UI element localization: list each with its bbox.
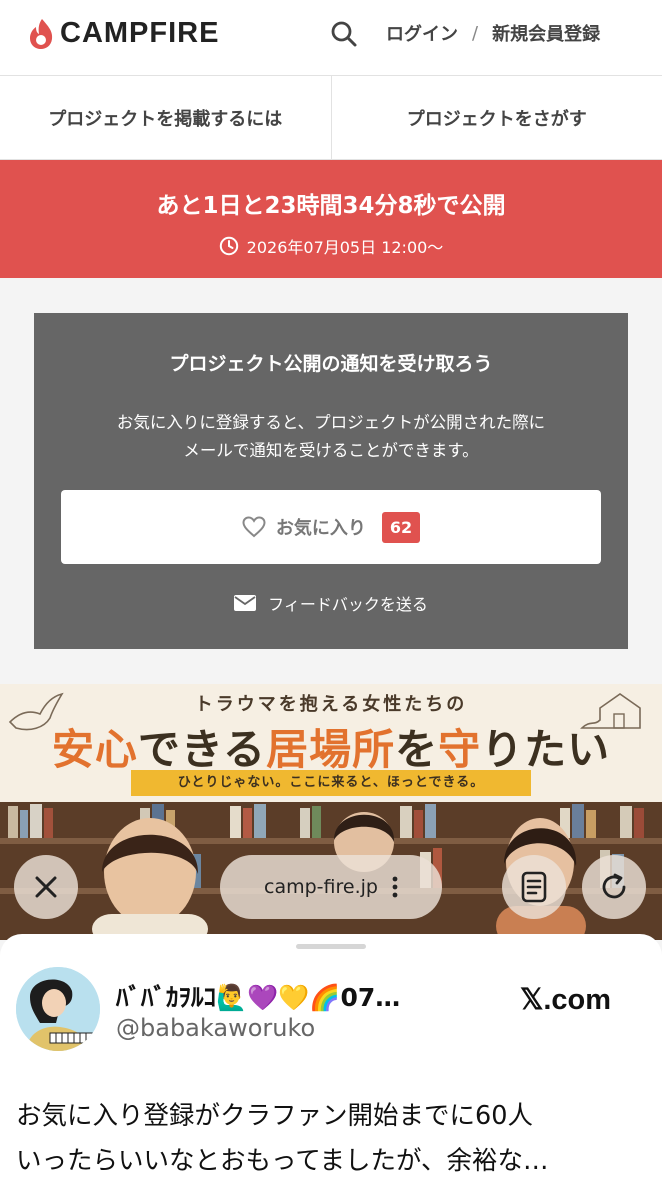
hero-title-part: 守 [438, 725, 482, 774]
share-sheet: ﾊﾞﾊﾞｶｦﾙｺ🙋‍♂️💜💛🌈07… @babakaworuko 𝕏.com お… [0, 934, 662, 1200]
heart-icon [242, 516, 266, 538]
avatar-illustration [16, 967, 100, 1051]
document-icon [521, 871, 547, 903]
search-icon[interactable] [330, 20, 358, 48]
hero-title-part: 安心 [51, 725, 138, 774]
tweet-line: いったらいいなとおもってましたが、余裕な… [16, 1146, 549, 1176]
logo-text: CAMPFIRE [60, 17, 220, 49]
hero-title-part: りたい [481, 725, 611, 774]
close-tab-button[interactable] [14, 855, 78, 919]
url-text: camp-fire.jp [264, 876, 378, 898]
hero-subtitle: トラウマを抱える女性たちの [194, 694, 468, 715]
source-label: 𝕏.com [520, 984, 612, 1016]
open-date-row: 2026年07月05日 12:00〜 [0, 234, 662, 258]
hero-title-part: を [395, 725, 439, 774]
favorite-label: お気に入り [275, 518, 366, 539]
hero-tagline: ひとりじゃない。ここに来ると、ほっとできる。 [131, 770, 531, 796]
nav-start-project[interactable]: プロジェクトを掲載するには [0, 76, 331, 159]
main-nav: プロジェクトを掲載するには プロジェクトをさがす [0, 76, 662, 160]
countdown-text: あと1日と23時間34分8秒で公開 [156, 193, 506, 219]
favorite-count-badge: 62 [381, 511, 421, 543]
nav-find-project[interactable]: プロジェクトをさがす [330, 76, 662, 159]
hero-title: 安心できる居場所を守りたい [0, 716, 662, 777]
feedback-link[interactable]: フィードバックを送る [34, 591, 628, 615]
site-header: CAMPFIRE ログイン / 新規会員登録 [0, 0, 662, 76]
favorite-button[interactable]: お気に入り 62 [61, 490, 601, 564]
reload-button[interactable] [582, 855, 646, 919]
more-vertical-icon[interactable] [392, 876, 398, 898]
open-date: 2026年07月05日 12:00〜 [246, 238, 444, 257]
reader-mode-button[interactable] [502, 855, 566, 919]
flame-icon [30, 18, 53, 49]
notify-title: プロジェクト公開の通知を受け取ろう [169, 353, 493, 375]
notify-desc-line: お気に入りに登録すると、プロジェクトが公開された際に [116, 413, 546, 432]
clock-icon [219, 236, 238, 256]
close-icon [35, 876, 57, 898]
signup-link[interactable]: 新規会員登録 [492, 20, 600, 46]
auth-separator: / [472, 22, 479, 44]
avatar[interactable] [16, 967, 100, 1051]
mail-icon [234, 595, 257, 611]
notify-panel: プロジェクト公開の通知を受け取ろう お気に入りに登録すると、プロジェクトが公開さ… [34, 313, 628, 649]
user-handle: @babakaworuko [116, 1014, 316, 1042]
countdown-banner: あと1日と23時間34分8秒で公開 2026年07月05日 12:00〜 [0, 160, 662, 278]
hero-title-part: 居場所 [266, 725, 396, 774]
display-name: ﾊﾞﾊﾞｶｦﾙｺ🙋‍♂️💜💛🌈07… [116, 983, 401, 1012]
tweet-line: お気に入り登録がクラファン開始までに60人 [16, 1101, 533, 1131]
address-bar[interactable]: camp-fire.jp [220, 855, 442, 919]
notify-description: お気に入りに登録すると、プロジェクトが公開された際に メールで通知を受けることが… [64, 409, 598, 465]
login-link[interactable]: ログイン [386, 20, 458, 46]
feedback-label: フィードバックを送る [268, 595, 428, 614]
sheet-grabber[interactable] [296, 944, 366, 949]
reload-icon [602, 873, 626, 899]
hero-title-part: できる [137, 725, 267, 774]
campfire-logo[interactable]: CAMPFIRE [28, 17, 219, 50]
notify-desc-line: メールで通知を受けることができます。 [183, 441, 479, 460]
auth-links: ログイン / 新規会員登録 [386, 20, 600, 46]
tweet-text: お気に入り登録がクラファン開始までに60人 いったらいいなとおもってましたが、余… [16, 1094, 646, 1184]
